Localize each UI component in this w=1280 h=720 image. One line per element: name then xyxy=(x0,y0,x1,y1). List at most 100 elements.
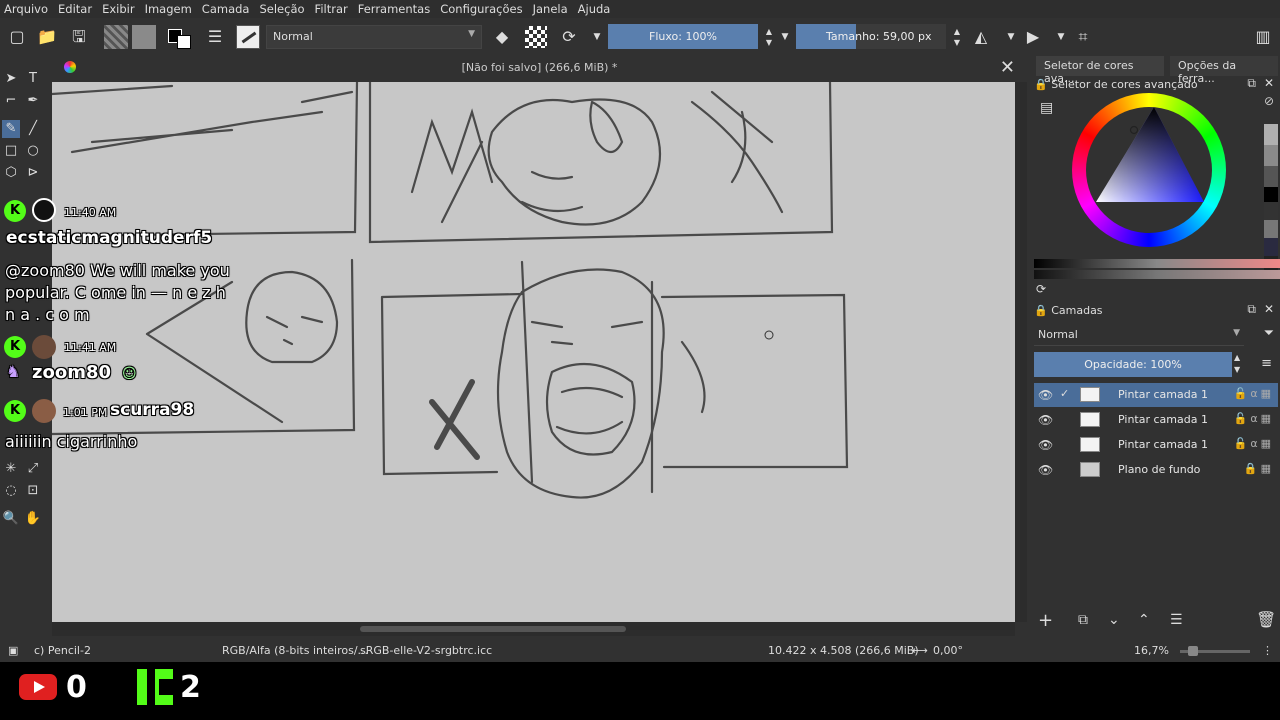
clear-color-icon[interactable]: ⊘ xyxy=(1264,94,1274,108)
lock-icon[interactable]: 🔒 xyxy=(1034,304,1048,317)
delete-layer-icon[interactable]: 🗑 xyxy=(1256,610,1276,629)
layer-flags-icon[interactable]: 🔒▦ xyxy=(1244,462,1274,475)
menu-selecao[interactable]: Seleção xyxy=(259,2,304,16)
size-slider[interactable]: Tamanho: 59,00 px xyxy=(796,24,946,49)
chevron-down-icon[interactable]: ▼ xyxy=(586,26,608,48)
calligraphy-icon[interactable]: ✒ xyxy=(24,92,42,110)
line-tool-icon[interactable]: ╱ xyxy=(24,120,42,138)
menu-janela[interactable]: Janela xyxy=(533,2,568,16)
blend-mode-select[interactable]: Normal ▼ xyxy=(266,25,482,49)
saturation-slider[interactable] xyxy=(1034,270,1280,279)
layer-row[interactable]: 👁 Pintar camada 1 🔓α▦ xyxy=(1034,408,1278,432)
add-layer-icon[interactable]: + xyxy=(1038,610,1053,631)
menu-camada[interactable]: Camada xyxy=(202,2,250,16)
freehand-select-icon[interactable]: ⊡ xyxy=(24,482,42,500)
brush-preset-status-icon[interactable]: ▣ xyxy=(8,644,18,657)
menu-editar[interactable]: Editar xyxy=(58,2,92,16)
tab-color-selector[interactable]: Seletor de cores ava... xyxy=(1036,56,1164,85)
rectangle-tool-icon[interactable]: □ xyxy=(2,142,20,160)
hue-ring[interactable] xyxy=(1072,93,1226,247)
visibility-eye-icon[interactable]: 👁 xyxy=(1038,388,1053,402)
opacity-slider[interactable]: Opacidade: 100% xyxy=(1034,352,1232,377)
lock-icon[interactable]: 🔒 xyxy=(1034,78,1048,91)
move-layer-up-icon[interactable]: ⌃ xyxy=(1138,612,1150,628)
save-icon[interactable]: 🖫 xyxy=(68,26,90,48)
menu-arquivo[interactable]: Arquivo xyxy=(4,2,48,16)
select-shape-icon[interactable]: ➤ xyxy=(2,70,20,88)
visibility-eye-icon[interactable]: 👁 xyxy=(1038,413,1053,427)
pattern-swatch[interactable] xyxy=(132,25,156,49)
layer-flags-icon[interactable]: 🔓α▦ xyxy=(1234,387,1274,400)
filter-icon[interactable]: ⏷ xyxy=(1264,326,1274,341)
vertical-scrollbar[interactable] xyxy=(1015,82,1027,622)
hamburger-menu-icon[interactable]: ≡ xyxy=(1261,356,1272,371)
chevron-down-icon[interactable]: ▼ xyxy=(1050,26,1072,48)
eraser-icon[interactable]: ◆ xyxy=(491,26,513,48)
layer-flags-icon[interactable]: 🔓α▦ xyxy=(1234,412,1274,425)
menu-exibir[interactable]: Exibir xyxy=(102,2,135,16)
menu-imagem[interactable]: Imagem xyxy=(145,2,192,16)
layer-properties-icon[interactable]: ☰ xyxy=(1170,612,1183,628)
menu-ferramentas[interactable]: Ferramentas xyxy=(358,2,430,16)
brush-settings-icon[interactable]: ☰ xyxy=(204,26,226,48)
docker-layout-icon[interactable]: ▥ xyxy=(1252,26,1274,48)
edit-shapes-icon[interactable]: ⌐ xyxy=(2,92,20,110)
scrollbar-thumb[interactable] xyxy=(360,626,626,632)
opacity-stepper-icon[interactable]: ▲ ▼ xyxy=(1234,352,1240,376)
reload-preset-icon[interactable]: ⟳ xyxy=(558,26,580,48)
size-stepper-icon[interactable]: ▲ ▼ xyxy=(946,26,968,48)
layer-blend-select[interactable]: Normal ▼ xyxy=(1034,324,1244,346)
visibility-eye-icon[interactable]: 👁 xyxy=(1038,463,1053,477)
polyline-tool-icon[interactable]: ⊳ xyxy=(24,164,42,182)
text-tool-icon[interactable]: T xyxy=(24,70,42,88)
float-panel-icon[interactable]: ⧉ xyxy=(1247,76,1256,91)
ellipse-tool-icon[interactable]: ○ xyxy=(24,142,42,160)
menu-filtrar[interactable]: Filtrar xyxy=(315,2,348,16)
flow-slider[interactable]: Fluxo: 100% xyxy=(608,24,758,49)
open-folder-icon[interactable]: 📁 xyxy=(36,26,58,48)
checkmark-icon[interactable]: ✓ xyxy=(1060,387,1069,400)
kick-viewer-count: 2 xyxy=(180,670,201,705)
visibility-eye-icon[interactable]: 👁 xyxy=(1038,438,1053,452)
document-tab[interactable]: [Não foi salvo] (266,6 MiB) * ✕ xyxy=(52,56,1027,82)
drawing-canvas[interactable] xyxy=(52,82,1015,622)
mirror-horizontal-icon[interactable]: ◭ xyxy=(970,26,992,48)
mirror-vertical-icon[interactable]: ▶ xyxy=(1022,26,1044,48)
layer-row[interactable]: 👁 ✓ Pintar camada 1 🔓α▦ xyxy=(1034,383,1278,407)
move-layer-down-icon[interactable]: ⌄ xyxy=(1108,612,1120,628)
color-history-strip[interactable] xyxy=(1264,124,1278,274)
close-icon[interactable]: ✕ xyxy=(1264,302,1274,316)
pan-tool-icon[interactable]: ✋ xyxy=(24,510,42,528)
layer-row[interactable]: 👁 Plano de fundo 🔒▦ xyxy=(1034,458,1278,482)
similar-select-icon[interactable]: ✳ xyxy=(2,460,20,478)
duplicate-layer-icon[interactable]: ⧉ xyxy=(1078,612,1088,628)
menu-ajuda[interactable]: Ajuda xyxy=(578,2,611,16)
refresh-icon[interactable]: ⟳ xyxy=(1036,282,1046,296)
polygon-tool-icon[interactable]: ⬡ xyxy=(2,164,20,182)
chevron-down-icon[interactable]: ▼ xyxy=(774,26,796,48)
gradient-swatch[interactable] xyxy=(104,25,128,49)
magnetic-select-icon[interactable]: ⤢ xyxy=(24,460,42,478)
tab-tool-options[interactable]: Opções da ferra... xyxy=(1170,56,1278,85)
bezier-select-icon[interactable]: ◌ xyxy=(2,482,20,500)
value-slider[interactable] xyxy=(1034,259,1280,268)
color-settings-icon[interactable]: ▤ xyxy=(1040,100,1053,116)
chevron-down-icon[interactable]: ▼ xyxy=(1000,26,1022,48)
layer-row[interactable]: 👁 Pintar camada 1 🔓α▦ xyxy=(1034,433,1278,457)
horizontal-scrollbar[interactable] xyxy=(52,622,1015,636)
float-panel-icon[interactable]: ⧉ xyxy=(1247,302,1256,317)
freehand-brush-icon[interactable]: ✎ xyxy=(2,120,20,138)
new-document-icon[interactable]: ▢ xyxy=(6,26,28,48)
zoom-slider[interactable] xyxy=(1180,646,1250,656)
close-icon[interactable]: ✕ xyxy=(1264,76,1274,90)
crop-icon[interactable]: ⌗ xyxy=(1072,26,1094,48)
layer-flags-icon[interactable]: 🔓α▦ xyxy=(1234,437,1274,450)
menu-configuracoes[interactable]: Configurações xyxy=(440,2,522,16)
zoom-tool-icon[interactable]: 🔍 xyxy=(2,510,20,528)
brush-preset-icon[interactable] xyxy=(236,25,260,49)
fg-bg-color-icon[interactable] xyxy=(168,25,194,49)
zoom-more-icon[interactable]: ⋮ xyxy=(1262,644,1273,657)
saturation-value-triangle[interactable] xyxy=(1072,93,1226,247)
alpha-lock-icon[interactable] xyxy=(525,26,547,48)
close-icon[interactable]: ✕ xyxy=(1000,57,1015,78)
